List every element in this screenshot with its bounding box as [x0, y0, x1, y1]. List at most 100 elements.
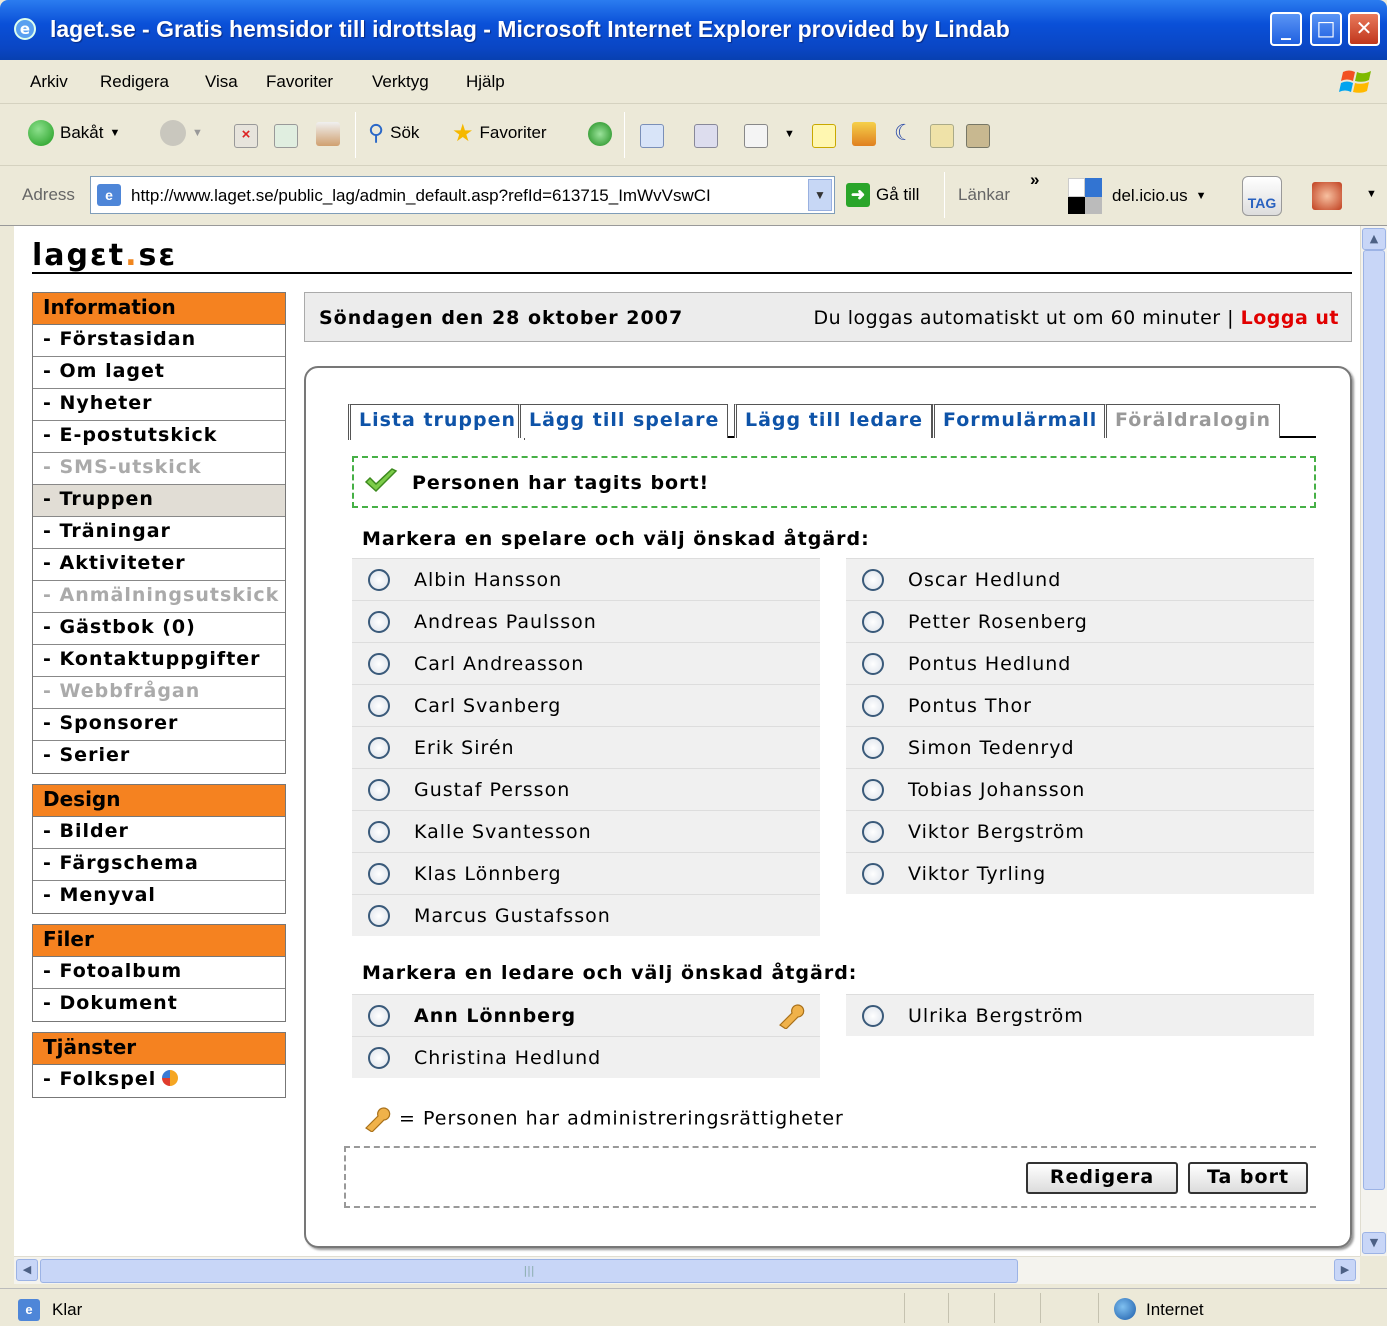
- stop-icon[interactable]: ×: [234, 124, 258, 148]
- sidebar-item[interactable]: - Folkspel: [33, 1065, 285, 1097]
- sidebar-item[interactable]: - Menyval: [33, 881, 285, 913]
- chevron-right-icon[interactable]: »: [1030, 170, 1039, 190]
- person-radio[interactable]: [368, 779, 390, 801]
- sidebar-item[interactable]: - Gästbok (0): [33, 613, 285, 645]
- tab[interactable]: Lägg till spelare: [518, 404, 729, 438]
- notes-icon[interactable]: [812, 124, 836, 148]
- links-label[interactable]: Länkar: [958, 185, 1010, 205]
- menu-arkiv[interactable]: Arkiv: [30, 72, 68, 92]
- sidebar-item[interactable]: - Förstasidan: [33, 325, 285, 357]
- mail-icon[interactable]: [640, 124, 664, 148]
- tools-icon[interactable]: [930, 124, 954, 148]
- person-row[interactable]: Marcus Gustafsson: [352, 894, 820, 936]
- tab[interactable]: Lägg till ledare: [734, 404, 933, 438]
- menu-verktyg[interactable]: Verktyg: [372, 72, 429, 92]
- sidebar-item[interactable]: - Nyheter: [33, 389, 285, 421]
- tab[interactable]: Formulärmall: [932, 404, 1107, 438]
- menu-favoriter[interactable]: Favoriter: [266, 72, 333, 92]
- person-row[interactable]: Pontus Thor: [846, 684, 1314, 726]
- address-url[interactable]: http://www.laget.se/public_lag/admin_def…: [131, 186, 801, 206]
- delete-button[interactable]: Ta bort: [1188, 1162, 1308, 1194]
- person-row[interactable]: Ulrika Bergström: [846, 994, 1314, 1036]
- sidebar-item[interactable]: - Färgschema: [33, 849, 285, 881]
- person-radio[interactable]: [368, 569, 390, 591]
- person-row[interactable]: Gustaf Persson: [352, 768, 820, 810]
- person-radio[interactable]: [368, 1047, 390, 1069]
- person-radio[interactable]: [368, 653, 390, 675]
- home-icon[interactable]: [316, 122, 340, 146]
- person-row[interactable]: Oscar Hedlund: [846, 558, 1314, 600]
- address-input[interactable]: e http://www.laget.se/public_lag/admin_d…: [90, 176, 835, 214]
- person-radio[interactable]: [862, 1005, 884, 1027]
- history-icon[interactable]: [588, 122, 612, 146]
- menu-redigera[interactable]: Redigera: [100, 72, 169, 92]
- person-radio[interactable]: [862, 779, 884, 801]
- pdf-icon[interactable]: [1312, 182, 1342, 210]
- scroll-down-icon[interactable]: ▼: [1362, 1232, 1386, 1254]
- back-button[interactable]: Bakåt ▼: [28, 118, 120, 148]
- person-radio[interactable]: [862, 863, 884, 885]
- person-row[interactable]: Andreas Paulsson: [352, 600, 820, 642]
- person-row[interactable]: Carl Andreasson: [352, 642, 820, 684]
- horizontal-scroll-thumb[interactable]: |||: [40, 1259, 1018, 1283]
- person-radio[interactable]: [862, 695, 884, 717]
- tab[interactable]: Lista truppen: [348, 404, 526, 440]
- person-radio[interactable]: [368, 821, 390, 843]
- person-radio[interactable]: [368, 905, 390, 927]
- person-row[interactable]: Ann Lönnberg: [352, 994, 820, 1036]
- person-radio[interactable]: [862, 611, 884, 633]
- minimize-button[interactable]: _: [1270, 12, 1302, 46]
- horizontal-scrollbar[interactable]: ◀ ||| ▶: [14, 1256, 1360, 1284]
- person-row[interactable]: Kalle Svantesson: [352, 810, 820, 852]
- person-row[interactable]: Carl Svanberg: [352, 684, 820, 726]
- person-row[interactable]: Pontus Hedlund: [846, 642, 1314, 684]
- edit-button[interactable]: Redigera: [1026, 1162, 1178, 1194]
- sidebar-item[interactable]: - Serier: [33, 741, 285, 773]
- person-row[interactable]: Tobias Johansson: [846, 768, 1314, 810]
- research-icon[interactable]: ☾: [894, 120, 914, 146]
- site-logo[interactable]: lagεt.sε: [32, 238, 177, 273]
- sidebar-item[interactable]: - Sponsorer: [33, 709, 285, 741]
- favorites-button[interactable]: ★ Favoriter: [452, 118, 547, 148]
- vertical-scroll-thumb[interactable]: [1363, 250, 1385, 1190]
- scroll-left-icon[interactable]: ◀: [16, 1259, 38, 1281]
- sidebar-item[interactable]: - Fotoalbum: [33, 957, 285, 989]
- refresh-icon[interactable]: [274, 124, 298, 148]
- chevron-down-icon[interactable]: ▼: [784, 128, 795, 140]
- logout-link[interactable]: Logga ut: [1241, 307, 1339, 329]
- person-radio[interactable]: [368, 737, 390, 759]
- person-radio[interactable]: [862, 653, 884, 675]
- person-row[interactable]: Petter Rosenberg: [846, 600, 1314, 642]
- sidebar-item[interactable]: - Om laget: [33, 357, 285, 389]
- person-row[interactable]: Klas Lönnberg: [352, 852, 820, 894]
- edit-icon[interactable]: [744, 124, 768, 148]
- forward-button[interactable]: ▼: [160, 118, 203, 148]
- menu-hjalp[interactable]: Hjälp: [466, 72, 505, 92]
- print-icon[interactable]: [694, 124, 718, 148]
- messenger-icon[interactable]: [852, 122, 876, 146]
- person-radio[interactable]: [368, 1005, 390, 1027]
- title-bar[interactable]: e laget.se - Gratis hemsidor till idrott…: [0, 0, 1387, 60]
- menu-visa[interactable]: Visa: [205, 72, 238, 92]
- search-button[interactable]: ⚲ Sök: [368, 118, 419, 148]
- person-radio[interactable]: [862, 737, 884, 759]
- chevron-down-icon[interactable]: ▼: [1366, 188, 1377, 200]
- person-radio[interactable]: [368, 863, 390, 885]
- person-radio[interactable]: [368, 611, 390, 633]
- person-radio[interactable]: [862, 821, 884, 843]
- person-row[interactable]: Simon Tedenryd: [846, 726, 1314, 768]
- sidebar-item[interactable]: - Bilder: [33, 817, 285, 849]
- person-row[interactable]: Christina Hedlund: [352, 1036, 820, 1078]
- vertical-scrollbar[interactable]: ▲ ▼: [1360, 226, 1387, 1256]
- sidebar-item[interactable]: - E-postutskick: [33, 421, 285, 453]
- go-button[interactable]: ➜ Gå till: [846, 183, 919, 207]
- sidebar-item[interactable]: - Truppen: [33, 485, 285, 517]
- sidebar-item[interactable]: - Kontaktuppgifter: [33, 645, 285, 677]
- person-row[interactable]: Erik Sirén: [352, 726, 820, 768]
- person-row[interactable]: Viktor Bergström: [846, 810, 1314, 852]
- person-radio[interactable]: [368, 695, 390, 717]
- sidebar-item[interactable]: - Dokument: [33, 989, 285, 1021]
- maximize-button[interactable]: □: [1310, 12, 1342, 46]
- sidebar-item[interactable]: - Aktiviteter: [33, 549, 285, 581]
- chevron-down-icon[interactable]: ▼: [808, 179, 832, 211]
